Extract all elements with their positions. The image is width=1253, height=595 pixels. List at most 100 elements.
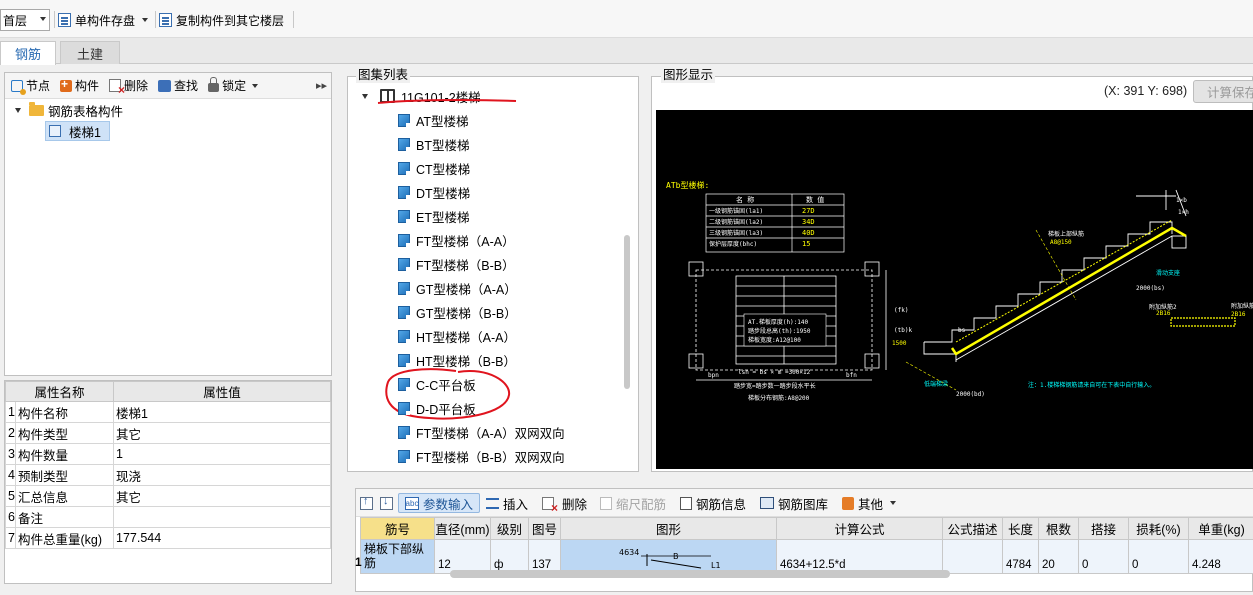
property-value[interactable] — [113, 506, 331, 528]
atlas-item[interactable]: GT型楼梯（B-B） — [398, 302, 517, 322]
atlas-item[interactable]: DT型楼梯 — [398, 182, 470, 202]
scale-rebar-button[interactable]: 缩尺配筋 — [600, 494, 666, 512]
loss-cell[interactable]: 0 — [1128, 539, 1189, 574]
copy-to-floor-button[interactable]: 复制构件到其它楼层 — [159, 10, 284, 30]
param-input-label: 参数输入 — [423, 497, 474, 512]
calculate-save-button[interactable]: 计算保存 — [1193, 80, 1253, 103]
delete-icon — [542, 496, 558, 515]
main-toolbar: 首层 单构件存盘 复制构件到其它楼层 — [0, 0, 1253, 38]
table-row[interactable]: 6 备注 — [5, 506, 331, 528]
property-value[interactable]: 现浇 — [113, 464, 331, 486]
cad-drawing-canvas[interactable]: ATb型楼梯: 名 称 数 值 一级钢筋锚固(la1) 27D 二级钢筋锚固(l… — [656, 110, 1253, 469]
property-value[interactable]: 1 — [113, 443, 331, 465]
formula-cell[interactable]: 4634+12.5*d — [776, 539, 943, 574]
atlas-root-label: 11G101-2楼梯 — [401, 90, 481, 105]
column-header[interactable]: 计算公式 — [776, 517, 943, 540]
column-header[interactable]: 公式描述 — [942, 517, 1003, 540]
tree-node-stair1[interactable]: 楼梯1 — [45, 121, 110, 141]
unit-weight-cell[interactable]: 4.248 — [1188, 539, 1253, 574]
column-header[interactable]: 图形 — [560, 517, 777, 540]
delete-rebar-button[interactable]: 删除 — [542, 494, 587, 515]
table-row[interactable]: 梯板下部纵筋 12 ф 137 4634 B L1 4634+12.5*d 47… — [360, 539, 1253, 574]
formula-description-cell[interactable] — [942, 539, 1003, 574]
insert-button[interactable]: 插入 — [486, 494, 528, 512]
drawing-label: 1×b — [1176, 197, 1187, 204]
property-value[interactable]: 其它 — [113, 485, 331, 507]
shape-cell[interactable]: 4634 B L1 — [560, 539, 777, 574]
atlas-root-node[interactable]: 11G101-2楼梯 — [362, 86, 481, 106]
atlas-item[interactable]: AT型楼梯 — [398, 110, 469, 130]
atlas-item[interactable]: HT型楼梯（B-B） — [398, 350, 516, 370]
atlas-item-label: BT型楼梯 — [416, 138, 470, 153]
add-component-button[interactable]: 构件 — [60, 77, 99, 94]
table-row[interactable]: 3 构件数量 1 — [5, 443, 331, 465]
component-icon — [49, 125, 61, 137]
property-value[interactable]: 其它 — [113, 422, 331, 444]
atlas-item[interactable]: GT型楼梯（A-A） — [398, 278, 517, 298]
rebar-shape-diagram: 4634 B L1 — [619, 548, 721, 570]
column-header[interactable]: 直径(mm) — [434, 517, 491, 540]
find-label: 查找 — [174, 79, 199, 93]
save-component-button[interactable]: 单构件存盘 — [58, 10, 149, 30]
atlas-item[interactable]: FT型楼梯（A-A）双网双向 — [398, 422, 565, 442]
lap-cell[interactable]: 0 — [1078, 539, 1129, 574]
column-header[interactable]: 搭接 — [1078, 517, 1129, 540]
stair-drawing: ATb型楼梯: 名 称 数 值 一级钢筋锚固(la1) 27D 二级钢筋锚固(l… — [666, 180, 1253, 402]
expand-icon[interactable] — [362, 93, 368, 99]
floor-select[interactable]: 首层 — [0, 9, 50, 31]
drawing-dimension: (fk) — [894, 307, 908, 314]
drawing-label: 1×h — [1178, 209, 1189, 216]
diameter-cell[interactable]: 12 — [434, 539, 491, 574]
chevron-down-icon — [890, 501, 897, 505]
atlas-item[interactable]: CT型楼梯 — [398, 158, 470, 178]
column-header[interactable]: 损耗(%) — [1128, 517, 1189, 540]
property-value[interactable]: 177.544 — [113, 527, 331, 549]
move-down-button[interactable] — [380, 494, 393, 512]
overflow-icon[interactable]: ▸▸ — [316, 79, 327, 92]
column-header[interactable]: 单重(kg) — [1188, 517, 1253, 540]
table-row[interactable]: 5 汇总信息 其它 — [5, 485, 331, 507]
table-row[interactable]: 1 构件名称 楼梯1 — [5, 401, 331, 423]
find-button[interactable]: 查找 — [158, 77, 198, 94]
atlas-item[interactable]: D-D平台板 — [398, 398, 476, 418]
add-node-button[interactable]: 节点 — [11, 77, 50, 95]
atlas-item[interactable]: ET型楼梯 — [398, 206, 469, 226]
move-up-button[interactable] — [360, 494, 373, 512]
atlas-item[interactable]: BT型楼梯 — [398, 134, 469, 154]
column-header[interactable]: 根数 — [1038, 517, 1079, 540]
rebar-library-button[interactable]: 钢筋图库 — [760, 494, 828, 512]
atlas-scrollbar[interactable] — [624, 235, 630, 389]
other-button[interactable]: 其他 — [842, 494, 897, 512]
atlas-item[interactable]: FT型楼梯（B-B）双网双向 — [398, 446, 565, 466]
expand-icon[interactable] — [15, 107, 21, 113]
atlas-item[interactable]: FT型楼梯（A-A） — [398, 230, 515, 250]
figure-number-cell[interactable]: 137 — [528, 539, 561, 574]
table-row[interactable]: 7 构件总重量(kg) 177.544 — [5, 527, 331, 549]
tab-rebar[interactable]: 钢筋 — [0, 41, 57, 65]
param-input-button[interactable]: abc 参数输入 — [398, 493, 481, 513]
delete-component-button[interactable]: 删除 — [109, 77, 148, 97]
header-property-value: 属性值 — [113, 381, 331, 402]
length-cell[interactable]: 4784 — [1002, 539, 1039, 574]
drawing-sheet-icon — [398, 161, 410, 175]
table-row[interactable]: 4 预制类型 现浇 — [5, 464, 331, 486]
property-value[interactable]: 楼梯1 — [113, 401, 331, 423]
atlas-item[interactable]: FT型楼梯（B-B） — [398, 254, 515, 274]
atlas-item[interactable]: C-C平台板 — [398, 374, 476, 394]
lock-button[interactable]: 锁定 — [208, 77, 259, 94]
column-header[interactable]: 级别 — [490, 517, 529, 540]
row-number: 1 — [5, 401, 16, 423]
tab-civil[interactable]: 土建 — [60, 41, 121, 64]
column-header[interactable]: 长度 — [1002, 517, 1039, 540]
grade-cell[interactable]: ф — [490, 539, 529, 574]
tree-root-node[interactable]: 钢筋表格构件 — [15, 100, 123, 120]
rebar-name-cell[interactable]: 梯板下部纵筋 — [360, 539, 435, 574]
rebar-table-scrollbar[interactable] — [450, 570, 950, 578]
column-header[interactable]: 筋号 — [360, 517, 435, 540]
count-cell[interactable]: 20 — [1038, 539, 1079, 574]
rebar-info-button[interactable]: 钢筋信息 — [680, 494, 746, 512]
atlas-item[interactable]: HT型楼梯（A-A） — [398, 326, 516, 346]
column-header[interactable]: 图号 — [528, 517, 561, 540]
arrow-down-icon — [380, 495, 393, 510]
table-row[interactable]: 2 构件类型 其它 — [5, 422, 331, 444]
